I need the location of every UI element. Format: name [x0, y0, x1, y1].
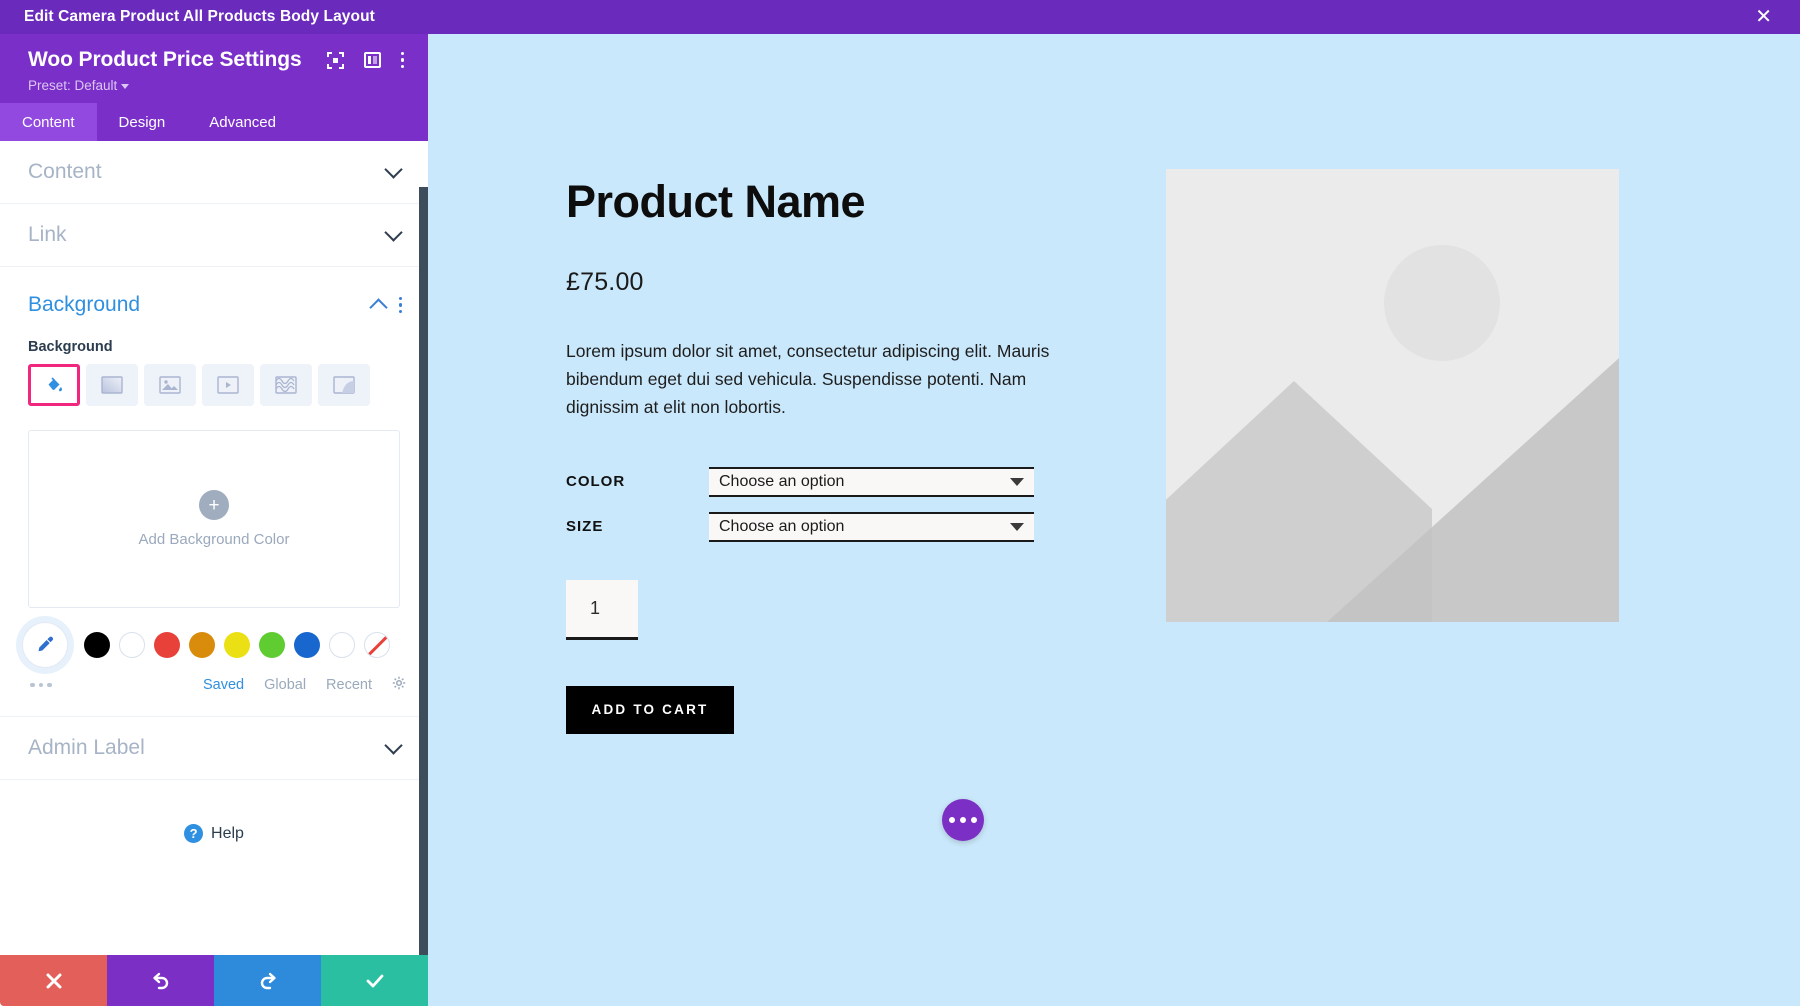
- redo-button[interactable]: [214, 955, 321, 1006]
- more-horizontal-icon[interactable]: [30, 682, 52, 688]
- help-icon: ?: [184, 824, 204, 843]
- product-description: Lorem ipsum dolor sit amet, consectetur …: [566, 340, 1050, 418]
- quantity-input[interactable]: 1: [566, 579, 638, 640]
- chevron-up-icon[interactable]: [368, 297, 388, 317]
- undo-button[interactable]: [107, 955, 214, 1006]
- panel-title: Woo Product Price Settings: [28, 48, 302, 71]
- save-button[interactable]: [321, 955, 428, 1006]
- swatch-tab-recent[interactable]: Recent: [326, 677, 372, 693]
- add-background-color-label: Add Background Color: [138, 531, 290, 548]
- swatch-tab-global[interactable]: Global: [264, 677, 306, 693]
- product-attributes: COLOR Choose an option SIZE Choose an op…: [566, 466, 1106, 542]
- divi-builder-screen: Edit Camera Product All Products Body La…: [0, 0, 1800, 1006]
- color-swatch-footer: Saved Global Recent: [0, 668, 428, 694]
- module-settings-panel: Woo Product Price Settings Preset: Defau…: [0, 34, 428, 1006]
- gear-icon[interactable]: [392, 676, 406, 694]
- add-background-color-area[interactable]: + Add Background Color: [28, 430, 400, 608]
- section-content-label: Content: [28, 160, 102, 183]
- panel-body: Content Link Background Background + Add…: [0, 141, 428, 955]
- swatch-blue[interactable]: [294, 632, 320, 658]
- more-horizontal-icon[interactable]: [942, 799, 984, 841]
- attribute-row-size: SIZE Choose an option: [566, 511, 1106, 542]
- background-pattern-tab[interactable]: [260, 364, 312, 406]
- swatch-black[interactable]: [84, 632, 110, 658]
- background-video-tab[interactable]: [202, 364, 254, 406]
- color-swatch-row: [0, 608, 428, 668]
- eyedropper-icon[interactable]: [22, 622, 68, 668]
- more-vertical-icon[interactable]: [400, 51, 404, 69]
- panel-header: Woo Product Price Settings Preset: Defau…: [0, 34, 428, 103]
- fab-dot: [949, 817, 955, 823]
- background-mask-tab[interactable]: [318, 364, 370, 406]
- size-select-value: Choose an option: [719, 517, 845, 535]
- tab-design[interactable]: Design: [97, 103, 188, 141]
- chevron-down-icon: [1010, 522, 1024, 531]
- size-select[interactable]: Choose an option: [709, 511, 1034, 542]
- image-placeholder-icon: [1166, 169, 1619, 622]
- focus-target-icon[interactable]: [326, 51, 344, 69]
- section-link[interactable]: Link: [0, 204, 428, 267]
- chevron-down-icon: [384, 735, 403, 755]
- attribute-label-size: SIZE: [566, 518, 604, 536]
- fab-dot: [960, 817, 966, 823]
- section-content[interactable]: Content: [0, 141, 428, 204]
- background-type-tabs: [0, 364, 428, 406]
- preview-canvas: Product Name £75.00 Lorem ipsum dolor si…: [428, 34, 1800, 1006]
- panel-tabs: Content Design Advanced: [0, 103, 428, 141]
- color-select[interactable]: Choose an option: [709, 466, 1034, 497]
- swatch-empty[interactable]: [329, 632, 355, 658]
- swatch-white[interactable]: [119, 632, 145, 658]
- product-layout: Product Name £75.00 Lorem ipsum dolor si…: [566, 169, 1706, 734]
- product-details-column: Product Name £75.00 Lorem ipsum dolor si…: [566, 169, 1106, 734]
- tab-content[interactable]: Content: [0, 103, 97, 141]
- top-title-bar: Edit Camera Product All Products Body La…: [0, 0, 1800, 34]
- background-color-tab[interactable]: [28, 364, 80, 406]
- chevron-down-icon: [121, 83, 130, 89]
- fab-dot: [971, 817, 977, 823]
- preset-selector[interactable]: Preset: Default: [28, 78, 408, 93]
- add-to-cart-button[interactable]: ADD TO CART: [566, 685, 734, 734]
- section-admin-label-label: Admin Label: [28, 736, 145, 759]
- color-select-value: Choose an option: [719, 472, 845, 490]
- product-price: £75.00: [566, 267, 644, 296]
- attribute-label-color: COLOR: [566, 473, 626, 491]
- swatch-red[interactable]: [154, 632, 180, 658]
- preset-label: Preset: Default: [28, 78, 118, 93]
- panel-footer: [0, 955, 428, 1006]
- section-background-label: Background: [28, 293, 141, 316]
- swatch-orange[interactable]: [189, 632, 215, 658]
- help-link[interactable]: ? Help: [0, 780, 428, 843]
- more-vertical-icon[interactable]: [398, 296, 402, 314]
- swatch-yellow[interactable]: [224, 632, 250, 658]
- layout-title: Edit Camera Product All Products Body La…: [24, 8, 375, 25]
- tab-advanced[interactable]: Advanced: [187, 103, 298, 141]
- section-admin-label[interactable]: Admin Label: [0, 717, 428, 780]
- background-image-tab[interactable]: [144, 364, 196, 406]
- product-title: Product Name: [566, 176, 866, 227]
- help-label: Help: [211, 824, 244, 842]
- chevron-down-icon: [384, 222, 403, 242]
- plus-icon: +: [199, 490, 229, 520]
- chevron-down-icon: [1010, 477, 1024, 486]
- attribute-row-color: COLOR Choose an option: [566, 466, 1106, 497]
- panel-layout-icon[interactable]: [363, 52, 381, 68]
- swatch-tab-saved[interactable]: Saved: [203, 677, 244, 693]
- chevron-down-icon: [384, 159, 403, 179]
- background-gradient-tab[interactable]: [86, 364, 138, 406]
- product-image-column: [1166, 169, 1619, 734]
- section-background[interactable]: Background: [0, 267, 428, 317]
- panel-scrollbar[interactable]: [419, 187, 428, 955]
- background-field-label: Background: [28, 339, 113, 355]
- close-icon[interactable]: ✕: [1749, 5, 1778, 29]
- swatch-green[interactable]: [259, 632, 285, 658]
- cancel-button[interactable]: [0, 955, 107, 1006]
- section-link-label: Link: [28, 223, 67, 246]
- swatch-none[interactable]: [364, 632, 390, 658]
